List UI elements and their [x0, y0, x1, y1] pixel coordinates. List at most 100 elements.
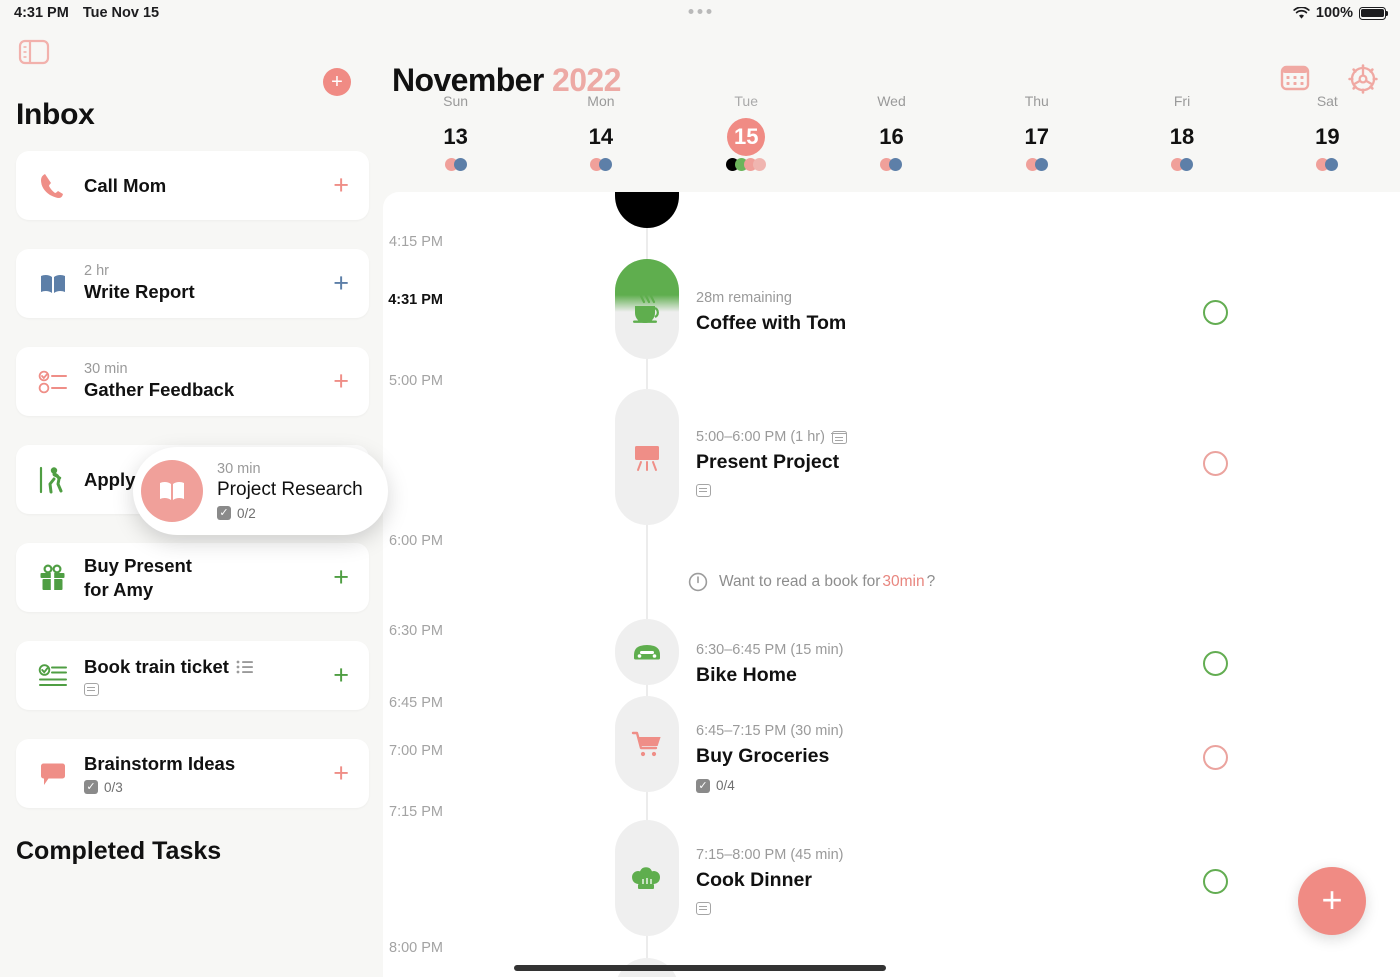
dragged-task-card[interactable]: 30 min Project Research ✓ 0/2: [133, 447, 388, 535]
task-add-button[interactable]: +: [327, 662, 355, 689]
event-pill-groceries[interactable]: [615, 696, 679, 792]
task-add-button[interactable]: +: [327, 760, 355, 787]
event-dot: [753, 158, 767, 171]
event-complete-checkbox[interactable]: [1203, 869, 1228, 894]
presentation-board-icon: [635, 446, 659, 471]
task-body: Buy Present for Amy: [78, 554, 327, 600]
event-checklist-count: 0/4: [716, 778, 735, 793]
task-name-row: Gather Feedback: [84, 378, 327, 401]
task-name-row: Write Report: [84, 280, 327, 303]
week-day-name: Thu: [1024, 93, 1049, 109]
checkbox-icon: ✓: [84, 780, 98, 795]
task-name: Brainstorm Ideas: [84, 753, 236, 775]
task-checklist-count: 0/3: [104, 779, 123, 795]
week-day-name: Fri: [1173, 93, 1191, 109]
event-title[interactable]: Bike Home: [696, 664, 797, 687]
suggestion-row[interactable]: Want to read a book for 30min ?: [688, 572, 935, 592]
task-card[interactable]: Book train ticket +: [16, 641, 369, 710]
event-complete-checkbox[interactable]: [1203, 451, 1228, 476]
event-pill-coffee[interactable]: [615, 259, 679, 359]
add-floating-button[interactable]: +: [1298, 867, 1366, 935]
week-day-number: 15: [727, 118, 766, 156]
week-day-name: Sun: [443, 93, 469, 109]
week-day-sun[interactable]: Sun 13: [383, 88, 528, 178]
car-icon: [634, 645, 660, 660]
task-add-button[interactable]: +: [327, 172, 355, 199]
event-note-row: [696, 902, 711, 915]
event-dot: [598, 158, 612, 171]
task-name: Call Mom: [84, 174, 167, 196]
event-complete-checkbox[interactable]: [1203, 745, 1228, 770]
week-day-dots: [1171, 158, 1194, 171]
week-day-name: Sat: [1316, 93, 1338, 109]
sidebar-toggle-icon[interactable]: [18, 38, 50, 71]
checkbox-icon: ✓: [696, 778, 710, 793]
walking-icon: [39, 466, 63, 493]
week-day-name: Mon: [587, 93, 615, 109]
task-body: 2 hr Write Report: [78, 263, 327, 303]
task-card[interactable]: Call Mom +: [16, 151, 369, 220]
event-title[interactable]: Cook Dinner: [696, 869, 812, 892]
week-day-sat[interactable]: Sat 19: [1255, 88, 1400, 178]
gift-icon: [40, 563, 65, 590]
note-badge-icon: [696, 902, 711, 915]
week-day-mon[interactable]: Mon 14: [528, 88, 673, 178]
task-card[interactable]: 30 min Gather Feedback +: [16, 347, 369, 416]
task-card[interactable]: Brainstorm Ideas ✓ 0/3 +: [16, 739, 369, 808]
clock-icon: [688, 572, 708, 592]
event-pill-present[interactable]: [615, 389, 679, 525]
time-label: 5:00 PM: [389, 373, 443, 389]
event-title[interactable]: Buy Groceries: [696, 745, 829, 768]
week-day-dots: [589, 158, 612, 171]
task-duration: 2 hr: [84, 263, 109, 280]
note-badge-icon: [696, 484, 711, 497]
task-name: Write Report: [84, 281, 195, 303]
dragged-task-name: Project Research: [217, 479, 363, 501]
battery-percent: 100%: [1315, 5, 1353, 21]
multitask-handle[interactable]: [688, 9, 712, 14]
task-add-button[interactable]: +: [327, 368, 355, 395]
event-complete-checkbox[interactable]: [1203, 651, 1228, 676]
event-meta: 6:45–7:15 PM (30 min): [696, 723, 844, 739]
wifi-icon: [1293, 6, 1310, 19]
task-card[interactable]: 2 hr Write Report +: [16, 249, 369, 318]
task-add-button[interactable]: +: [327, 270, 355, 297]
event-complete-checkbox[interactable]: [1203, 300, 1228, 325]
checklist-icon: [38, 370, 67, 393]
task-subrow: [84, 682, 327, 696]
event-dot: [1325, 158, 1339, 171]
past-event-pill[interactable]: [615, 192, 679, 228]
time-label: 4:15 PM: [389, 234, 443, 250]
book-icon: [141, 460, 203, 522]
week-day-tue[interactable]: Tue 15: [674, 88, 819, 178]
time-label: 6:00 PM: [389, 533, 443, 549]
event-pill-dinner[interactable]: [615, 820, 679, 936]
time-label: 6:30 PM: [389, 623, 443, 639]
task-icon: [38, 761, 78, 787]
task-add-button[interactable]: +: [327, 564, 355, 591]
completed-tasks-header[interactable]: Completed Tasks: [0, 837, 383, 866]
event-pill-bike[interactable]: [615, 619, 679, 685]
task-card[interactable]: Buy Present for Amy +: [16, 543, 369, 612]
task-name: Buy Present for Amy: [84, 555, 192, 600]
event-checklist: ✓ 0/4: [696, 778, 735, 793]
week-day-wed[interactable]: Wed 16: [819, 88, 964, 178]
calendar-badge-icon: [831, 430, 848, 444]
task-name-row: Call Mom: [84, 174, 327, 197]
task-name-row: Book train ticket: [84, 655, 327, 678]
week-day-number: 19: [1315, 124, 1340, 149]
week-day-number: 14: [588, 124, 614, 149]
event-title[interactable]: Present Project: [696, 451, 839, 474]
week-day-fri[interactable]: Fri 18: [1109, 88, 1254, 178]
time-label: 7:15 PM: [389, 804, 443, 820]
suggestion-highlight: 30min: [882, 573, 925, 590]
status-time: 4:31 PM: [14, 5, 69, 21]
task-icon: [38, 369, 78, 395]
task-icon: [38, 563, 78, 592]
status-bar-left: 4:31 PM Tue Nov 15: [14, 5, 159, 21]
book-icon: [41, 274, 65, 293]
status-bar: 4:31 PM Tue Nov 15 100%: [0, 0, 1400, 26]
week-day-name: Tue: [734, 93, 758, 109]
event-title[interactable]: Coffee with Tom: [696, 312, 846, 335]
week-day-thu[interactable]: Thu 17: [964, 88, 1109, 178]
